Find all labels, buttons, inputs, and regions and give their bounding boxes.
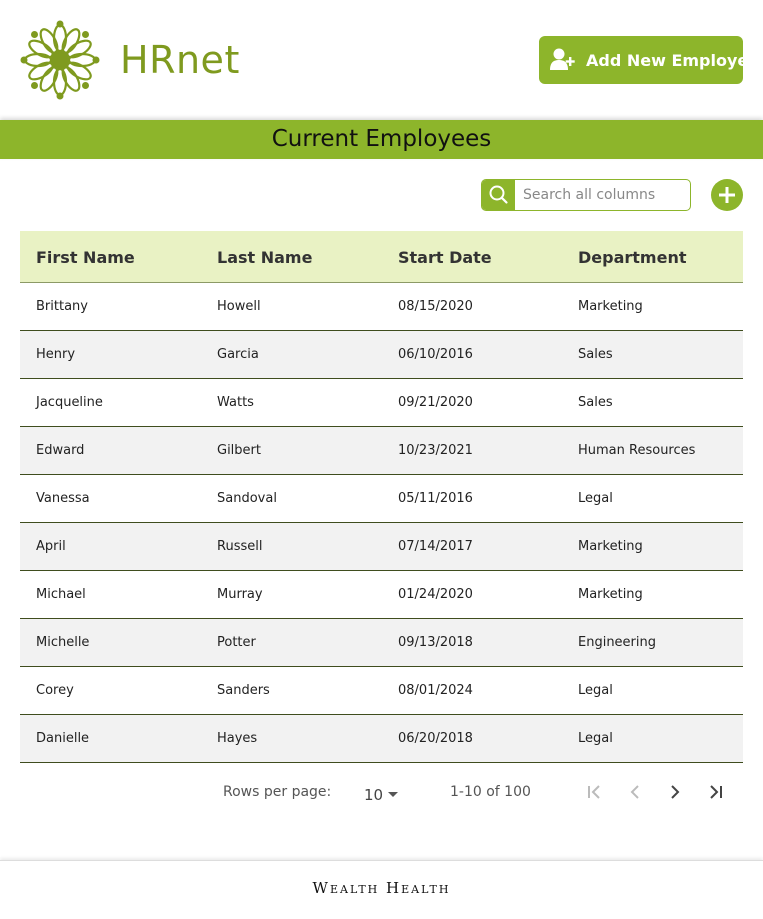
cell-last-name: Hayes xyxy=(217,731,258,746)
employees-table: First Name Last Name Start Date Departme… xyxy=(20,231,743,763)
table-row[interactable]: Jacqueline Watts 09/21/2020 Sales xyxy=(20,379,743,427)
cell-department: Marketing xyxy=(578,587,643,602)
cell-start-date: 10/23/2021 xyxy=(398,443,473,458)
cell-start-date: 06/10/2016 xyxy=(398,347,473,362)
search-input[interactable] xyxy=(515,180,690,210)
cell-start-date: 09/21/2020 xyxy=(398,395,473,410)
page-title: Current Employees xyxy=(271,126,492,152)
cell-department: Human Resources xyxy=(578,443,696,458)
cell-department: Marketing xyxy=(578,539,643,554)
add-new-employee-label: Add New Employee xyxy=(586,51,760,70)
table-body: Brittany Howell 08/15/2020 Marketing Hen… xyxy=(20,283,743,763)
cell-department: Legal xyxy=(578,683,613,698)
cell-last-name: Potter xyxy=(217,635,256,650)
table-pagination: Rows per page: 10 1-10 of 100 xyxy=(0,776,763,810)
cell-last-name: Howell xyxy=(217,299,261,314)
cell-department: Sales xyxy=(578,347,613,362)
cell-first-name: Vanessa xyxy=(36,491,90,506)
cell-department: Marketing xyxy=(578,299,643,314)
first-page-icon[interactable] xyxy=(584,781,606,803)
cell-first-name: Michael xyxy=(36,587,86,602)
cell-start-date: 07/14/2017 xyxy=(398,539,473,554)
last-page-icon[interactable] xyxy=(704,781,726,803)
table-row[interactable]: Henry Garcia 06/10/2016 Sales xyxy=(20,331,743,379)
page-title-bar: Current Employees xyxy=(0,120,763,159)
table-row[interactable]: Corey Sanders 08/01/2024 Legal xyxy=(20,667,743,715)
add-user-icon xyxy=(550,48,575,70)
cell-department: Legal xyxy=(578,491,613,506)
cell-first-name: April xyxy=(36,539,66,554)
rows-per-page-label: Rows per page: xyxy=(223,784,332,800)
cell-first-name: Brittany xyxy=(36,299,88,314)
table-row[interactable]: Michelle Potter 09/13/2018 Engineering xyxy=(20,619,743,667)
app-header: HRnet Add New Employee xyxy=(0,0,763,120)
cell-start-date: 06/20/2018 xyxy=(398,731,473,746)
cell-last-name: Sanders xyxy=(217,683,270,698)
app-footer: Wealth Health xyxy=(0,860,763,919)
cell-start-date: 01/24/2020 xyxy=(398,587,473,602)
table-row[interactable]: Edward Gilbert 10/23/2021 Human Resource… xyxy=(20,427,743,475)
table-row[interactable]: Michael Murray 01/24/2020 Marketing xyxy=(20,571,743,619)
next-page-icon[interactable] xyxy=(664,781,686,803)
cell-start-date: 05/11/2016 xyxy=(398,491,473,506)
cell-last-name: Watts xyxy=(217,395,254,410)
add-new-employee-button[interactable]: Add New Employee xyxy=(539,36,759,84)
column-header-department[interactable]: Department xyxy=(578,248,686,267)
hrnet-logo-icon xyxy=(20,20,100,100)
rows-per-page-value: 10 xyxy=(364,786,384,804)
cell-last-name: Sandoval xyxy=(217,491,277,506)
cell-last-name: Gilbert xyxy=(217,443,261,458)
column-header-last-name[interactable]: Last Name xyxy=(217,248,312,267)
table-row[interactable]: April Russell 07/14/2017 Marketing xyxy=(20,523,743,571)
table-row[interactable]: Brittany Howell 08/15/2020 Marketing xyxy=(20,283,743,331)
table-row[interactable]: Vanessa Sandoval 05/11/2016 Legal xyxy=(20,475,743,523)
page-range-label: 1-10 of 100 xyxy=(450,784,531,800)
cell-first-name: Edward xyxy=(36,443,85,458)
cell-first-name: Henry xyxy=(36,347,76,362)
brand-name: HRnet xyxy=(120,38,240,82)
column-header-start-date[interactable]: Start Date xyxy=(398,248,492,267)
cell-department: Sales xyxy=(578,395,613,410)
cell-start-date: 09/13/2018 xyxy=(398,635,473,650)
add-icon[interactable] xyxy=(711,179,743,211)
cell-start-date: 08/15/2020 xyxy=(398,299,473,314)
rows-per-page-select[interactable]: 10 xyxy=(364,782,404,806)
cell-last-name: Garcia xyxy=(217,347,259,362)
search-box xyxy=(481,179,691,211)
previous-page-icon[interactable] xyxy=(624,781,646,803)
search-icon[interactable] xyxy=(482,180,515,210)
table-row[interactable]: Danielle Hayes 06/20/2018 Legal xyxy=(20,715,743,763)
table-header: First Name Last Name Start Date Departme… xyxy=(20,231,743,283)
cell-first-name: Corey xyxy=(36,683,74,698)
cell-department: Engineering xyxy=(578,635,656,650)
cell-last-name: Murray xyxy=(217,587,263,602)
cell-department: Legal xyxy=(578,731,613,746)
cell-last-name: Russell xyxy=(217,539,263,554)
cell-start-date: 08/01/2024 xyxy=(398,683,473,698)
cell-first-name: Danielle xyxy=(36,731,90,746)
dropdown-caret-icon xyxy=(388,792,398,797)
company-name: Wealth Health xyxy=(312,879,451,897)
cell-first-name: Michelle xyxy=(36,635,90,650)
column-header-first-name[interactable]: First Name xyxy=(36,248,135,267)
cell-first-name: Jacqueline xyxy=(36,395,103,410)
